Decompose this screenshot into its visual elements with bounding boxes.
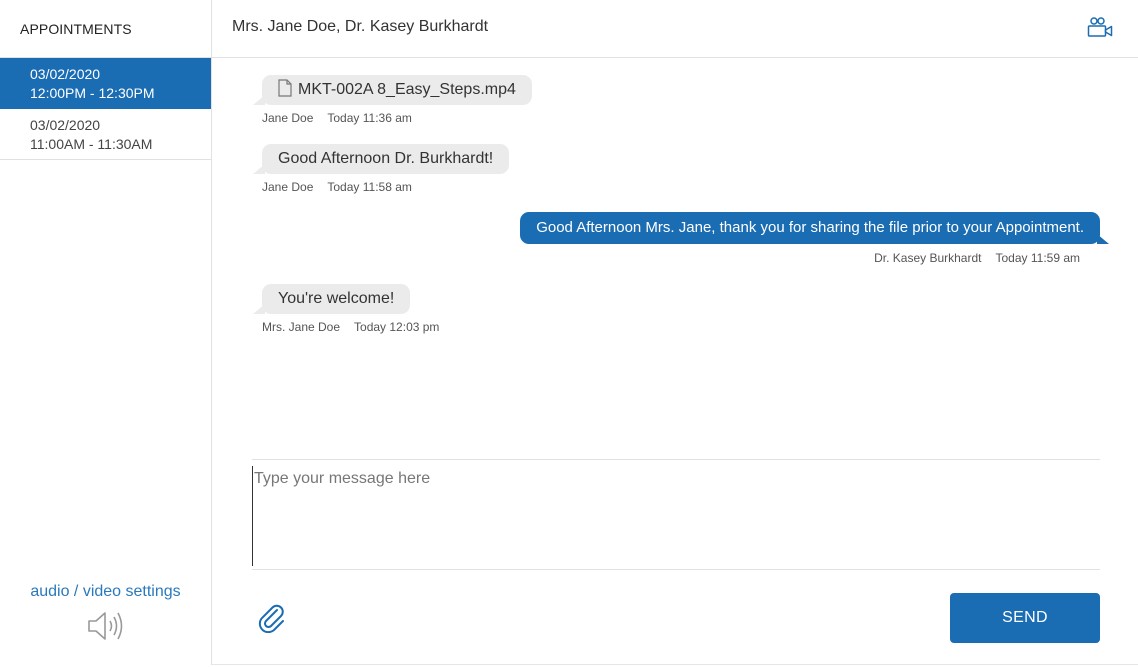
message-time: Today 11:59 am	[995, 251, 1081, 265]
send-button[interactable]: SEND	[950, 593, 1100, 643]
app-window: APPOINTMENTS 03/02/2020 12:00PM - 12:30P…	[0, 0, 1138, 665]
file-icon	[278, 79, 292, 97]
message-time: Today 11:36 am	[327, 111, 412, 125]
av-settings-link[interactable]: audio / video settings	[0, 583, 211, 601]
message-bubble-incoming: You're welcome!	[252, 284, 411, 314]
appointment-item-active[interactable]: 03/02/2020 12:00PM - 12:30PM	[0, 58, 211, 109]
composer-divider-bottom	[252, 569, 1100, 570]
message-meta: Dr. Kasey Burkhardt Today 11:59 am	[874, 251, 1080, 265]
file-name: MKT-002A 8_Easy_Steps.mp4	[298, 81, 516, 98]
speaker-icon[interactable]	[86, 609, 126, 643]
message-meta: Mrs. Jane Doe Today 12:03 pm	[262, 320, 439, 334]
av-settings-section: audio / video settings	[0, 583, 211, 643]
appointment-date: 03/02/2020	[30, 66, 101, 82]
message-meta: Jane Doe Today 11:36 am	[262, 111, 412, 125]
conversation-title: Mrs. Jane Doe, Dr. Kasey Burkhardt	[232, 18, 489, 35]
message-text: Good Afternoon Mrs. Jane, thank you for …	[536, 219, 1084, 236]
chat-header: Mrs. Jane Doe, Dr. Kasey Burkhardt	[212, 0, 1138, 58]
message-input[interactable]	[252, 466, 1100, 566]
message-sender: Mrs. Jane Doe	[262, 320, 341, 334]
message-meta: Jane Doe Today 11:58 am	[262, 180, 412, 194]
appointment-time: 12:00PM - 12:30PM	[30, 85, 155, 101]
message-text: You're welcome!	[278, 290, 395, 307]
message-text: Good Afternoon Dr. Burkhardt!	[278, 150, 494, 167]
message-sender: Jane Doe	[262, 180, 314, 194]
message-bubble-incoming: Good Afternoon Dr. Burkhardt!	[252, 144, 510, 174]
message-sender: Jane Doe	[262, 111, 314, 125]
message-bubble-file[interactable]: MKT-002A 8_Easy_Steps.mp4	[253, 75, 532, 105]
sidebar-header: APPOINTMENTS	[0, 0, 211, 58]
message-bubble-outgoing: Good Afternoon Mrs. Jane, thank you for …	[520, 212, 1109, 244]
appointments-sidebar: APPOINTMENTS 03/02/2020 12:00PM - 12:30P…	[0, 0, 212, 665]
appointment-date: 03/02/2020	[30, 117, 101, 133]
video-call-icon[interactable]	[1087, 16, 1113, 38]
appointment-item[interactable]: 03/02/2020 11:00AM - 11:30AM	[0, 109, 211, 160]
composer-divider-top	[252, 459, 1100, 460]
message-time: Today 12:03 pm	[354, 320, 440, 334]
appointment-time: 11:00AM - 11:30AM	[30, 136, 153, 152]
message-sender: Dr. Kasey Burkhardt	[874, 251, 982, 265]
message-time: Today 11:58 am	[327, 180, 412, 194]
paperclip-icon[interactable]	[258, 603, 286, 633]
chat-panel: Mrs. Jane Doe, Dr. Kasey Burkhardt MKT-0…	[212, 0, 1138, 665]
